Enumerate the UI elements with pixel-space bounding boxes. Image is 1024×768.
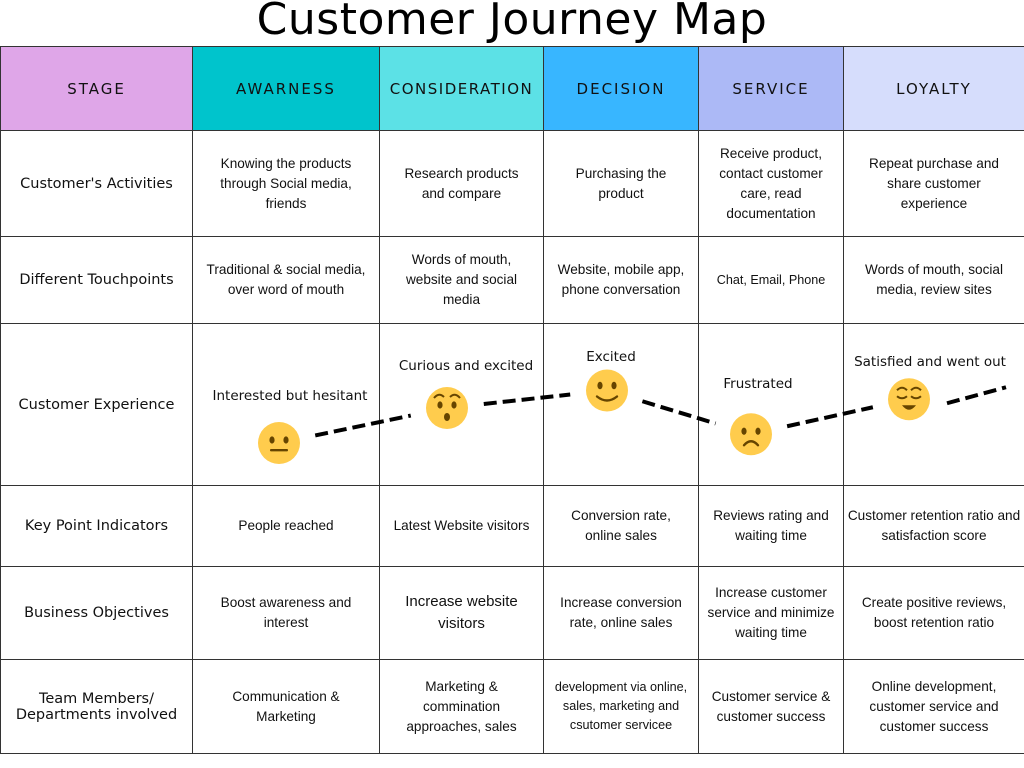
row-team-members: Team Members/ Departments involved Commu… [0, 659, 1024, 754]
experience-cell-consideration [379, 323, 544, 486]
row-customer-activities: Customer's Activities Knowing the produc… [0, 130, 1024, 237]
table-cell: Customer service & customer success [698, 659, 844, 754]
table-cell: Boost awareness and interest [192, 566, 380, 660]
table-cell: Chat, Email, Phone [698, 236, 844, 324]
header-service: SERVICE [698, 46, 844, 131]
table-cell: Knowing the products through Social medi… [192, 130, 380, 237]
table-cell: Conversion rate, online sales [543, 485, 699, 567]
table-cell: Research products and compare [379, 130, 544, 237]
table-cell: Purchasing the product [543, 130, 699, 237]
table-cell: Website, mobile app, phone conversation [543, 236, 699, 324]
experience-cell-loyalty [843, 323, 1024, 486]
table-cell: Customer retention ratio and satisfactio… [843, 485, 1024, 567]
header-row: STAGE AWARNESS CONSIDERATION DECISION SE… [0, 46, 1024, 131]
table-cell: Repeat purchase and share customer exper… [843, 130, 1024, 237]
table-cell: Reviews rating and waiting time [698, 485, 844, 567]
table-cell: Online development, customer service and… [843, 659, 1024, 754]
row-business-objectives: Business Objectives Boost awareness and … [0, 566, 1024, 660]
row-label: Different Touchpoints [0, 236, 193, 324]
row-label: Customer Experience [0, 323, 193, 486]
header-awareness: AWARNESS [192, 46, 380, 131]
header-stage: STAGE [0, 46, 193, 131]
table-cell: Words of mouth, website and social media [379, 236, 544, 324]
experience-cell-service [698, 323, 844, 486]
table-cell: Words of mouth, social media, review sit… [843, 236, 1024, 324]
row-label: Business Objectives [0, 566, 193, 660]
page-title: Customer Journey Map [256, 0, 768, 45]
experience-cell-decision [543, 323, 699, 486]
row-label: Customer's Activities [0, 130, 193, 237]
header-loyalty: LOYALTY [843, 46, 1024, 131]
row-key-indicators: Key Point Indicators People reached Late… [0, 485, 1024, 567]
table-cell: Communication & Marketing [192, 659, 380, 754]
row-label: Key Point Indicators [0, 485, 193, 567]
header-decision: DECISION [543, 46, 699, 131]
table-cell: People reached [192, 485, 380, 567]
table-cell: Increase website visitors [379, 566, 544, 660]
table-cell: Marketing & commination approaches, sale… [379, 659, 544, 754]
table-cell: Create positive reviews, boost retention… [843, 566, 1024, 660]
experience-cell-awareness [192, 323, 380, 486]
row-label: Team Members/ Departments involved [0, 659, 193, 754]
row-touchpoints: Different Touchpoints Traditional & soci… [0, 236, 1024, 324]
table-cell: development via online, sales, marketing… [543, 659, 699, 754]
header-consideration: CONSIDERATION [379, 46, 544, 131]
table-cell: Increase customer service and minimize w… [698, 566, 844, 660]
journey-map-table: STAGE AWARNESS CONSIDERATION DECISION SE… [0, 46, 1024, 754]
row-customer-experience: Customer Experience [0, 323, 1024, 486]
table-cell: Receive product, contact customer care, … [698, 130, 844, 237]
table-cell: Latest Website visitors [379, 485, 544, 567]
table-cell: Traditional & social media, over word of… [192, 236, 380, 324]
table-cell: Increase conversion rate, online sales [543, 566, 699, 660]
